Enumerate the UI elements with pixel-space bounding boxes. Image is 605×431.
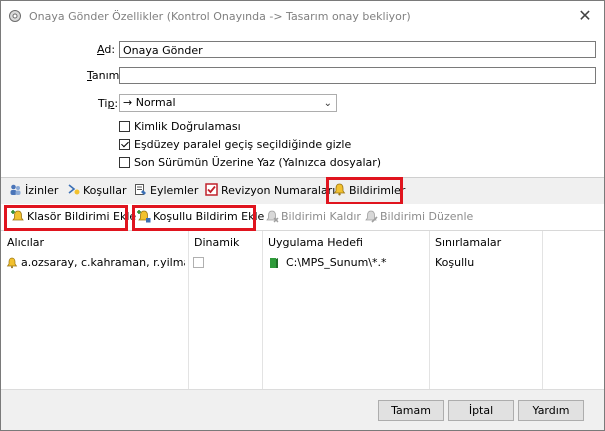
conditions-icon [68,184,80,195]
target-cell: C:\MPS_Sunum\*.* [286,256,387,269]
remove-notification-label: Bildirimi Kaldır [281,210,361,223]
restrictions-cell: Koşullu [435,256,475,269]
column-header-target[interactable]: Uygulama Hedefi [268,234,363,252]
actions-icon [135,184,146,195]
tab-actions-label: Eylemler [150,184,199,197]
title-bar: Onaya Gönder Özellikler (Kontrol Onayınd… [1,1,604,32]
tab-conditions-label: Koşullar [83,184,127,197]
folder-icon [270,258,278,268]
recipients-cell: a.ozsaray, c.kahraman, r.yilmaz, ... [21,256,185,269]
help-button[interactable]: Yardım [518,400,584,421]
overwrite-checkbox-label: Son Sürümün Üzerine Yaz (Yalnızca dosyal… [134,156,382,169]
column-divider [188,231,189,389]
column-header-recipients[interactable]: Alıcılar [7,234,44,252]
permissions-icon [10,184,21,195]
dynamic-checkbox[interactable] [193,257,204,268]
add-folder-notification-highlight [4,205,128,231]
tab-conditions[interactable]: Koşullar [67,181,126,201]
auth-checkbox-label: Kimlik Doğrulaması [134,120,241,133]
auth-checkbox[interactable] [119,121,130,132]
cancel-button[interactable]: İptal [448,400,514,421]
description-label: Tanım: [87,69,124,82]
edit-notification-label: Bildirimi Düzenle [380,210,474,223]
tab-permissions-label: İzinler [25,184,59,197]
type-select[interactable]: → Normal ⌄ [119,94,337,112]
ok-button[interactable]: Tamam [378,400,444,421]
add-conditional-notification-highlight [132,205,256,231]
hide-parallel-checkbox[interactable] [119,139,130,150]
chevron-down-icon: ⌄ [323,98,332,109]
column-header-dynamic[interactable]: Dinamik [194,234,239,252]
revision-checkbox-icon [205,183,218,196]
type-label: Tip: [98,97,119,110]
description-field[interactable] [119,67,596,84]
notifications-grid: Alıcılar Dinamik Uygulama Hedefi Sınırla… [1,231,604,389]
close-button[interactable]: ✕ [574,6,596,26]
name-label: Ad: [97,43,116,56]
column-header-restrictions[interactable]: Sınırlamalar [435,234,501,252]
bell-remove-icon [266,210,279,223]
tab-permissions[interactable]: İzinler [9,181,58,201]
column-divider [429,231,430,389]
column-divider [262,231,263,389]
window-title: Onaya Gönder Özellikler (Kontrol Onayınd… [29,10,411,23]
tab-actions[interactable]: Eylemler [134,181,198,201]
column-divider [542,231,543,389]
name-field[interactable]: Onaya Gönder [119,41,596,58]
bell-icon [6,257,18,269]
tab-revision-numbers[interactable]: Revizyon Numaraları [205,181,335,201]
tab-bar: İzinler Koşullar Eylemler Revizyon Numar… [1,177,604,205]
bell-edit-icon [365,210,378,223]
app-gear-icon [9,10,21,22]
hide-parallel-checkbox-label: Eşdüzey paralel geçiş seçildiğinde gizle [134,138,352,151]
type-select-value: → Normal [123,96,176,109]
edit-notification-button[interactable]: Bildirimi Düzenle [364,208,473,226]
notifications-tab-highlight [326,177,403,205]
overwrite-checkbox[interactable] [119,157,130,168]
properties-dialog: Onaya Gönder Özellikler (Kontrol Onayınd… [0,0,605,431]
tab-revision-numbers-label: Revizyon Numaraları [221,184,336,197]
dialog-button-bar: Tamam İptal Yardım [1,389,604,430]
remove-notification-button[interactable]: Bildirimi Kaldır [265,208,361,226]
